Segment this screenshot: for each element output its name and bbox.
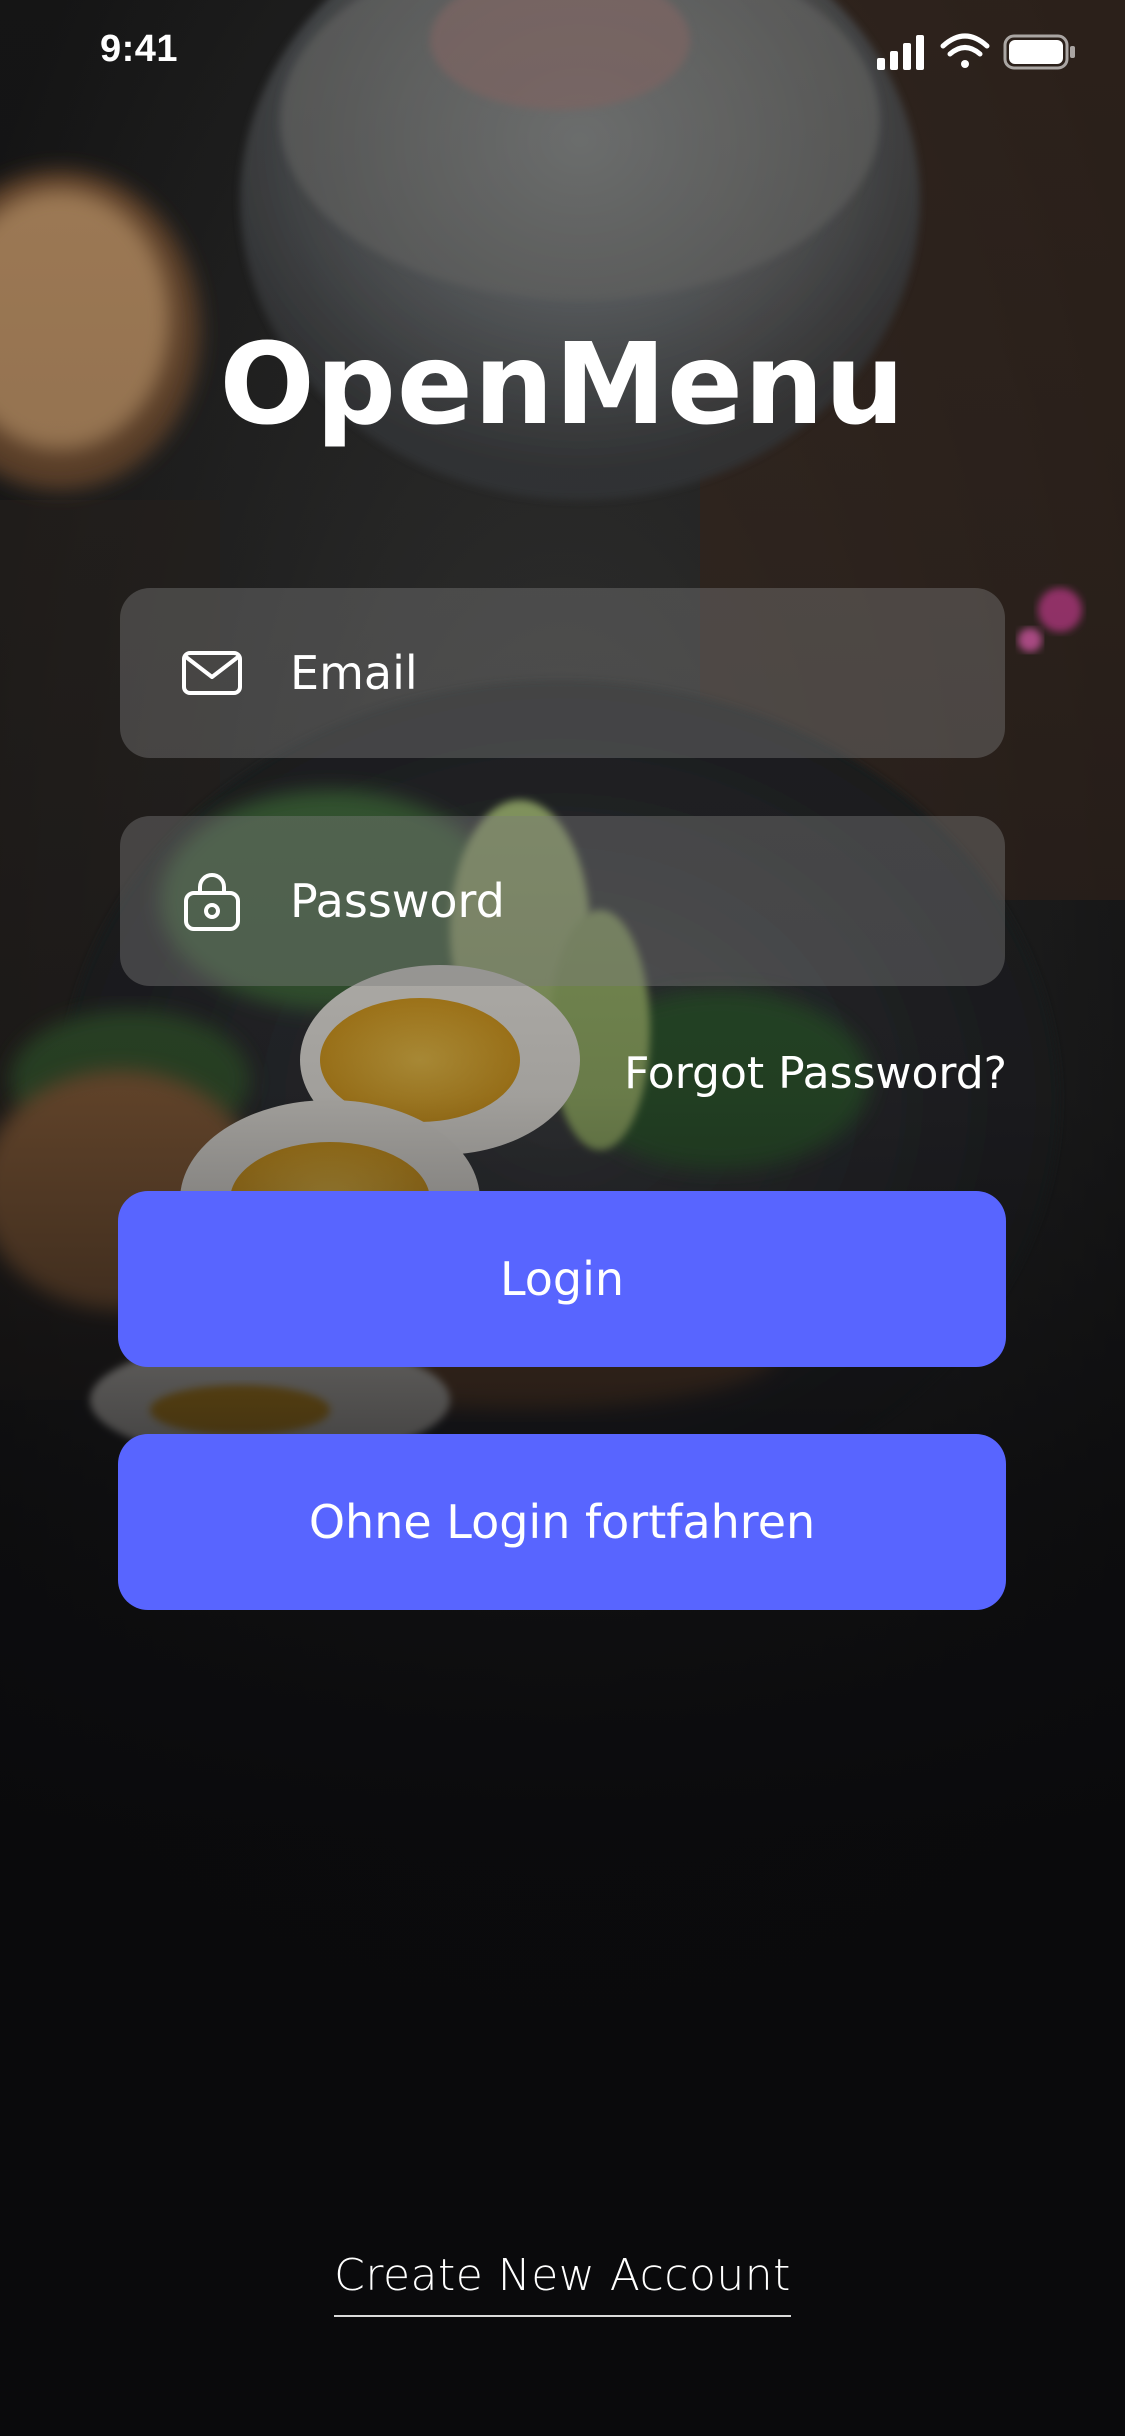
envelope-icon <box>182 651 242 695</box>
continue-without-login-button[interactable]: Ohne Login fortfahren <box>118 1434 1006 1610</box>
forgot-password-link[interactable]: Forgot Password? <box>624 1048 1007 1099</box>
wifi-icon <box>940 33 990 68</box>
battery-icon <box>1003 34 1075 70</box>
login-screen: 9:41 OpenMenu Email Forgot Password? Log… <box>0 0 1125 2436</box>
create-account-link[interactable]: Create New Account <box>334 2250 791 2317</box>
create-account-container: Create New Account <box>0 2250 1125 2317</box>
status-icons <box>877 33 1075 70</box>
status-bar: 9:41 <box>0 0 1125 110</box>
password-field[interactable] <box>120 816 1005 986</box>
email-field[interactable] <box>120 588 1005 758</box>
status-time: 9:41 <box>100 28 179 70</box>
email-input[interactable] <box>290 588 970 758</box>
password-input[interactable] <box>290 816 970 986</box>
cellular-signal-icon <box>877 35 924 70</box>
lock-icon <box>184 873 240 931</box>
app-title: OpenMenu <box>219 320 906 450</box>
login-button[interactable]: Login <box>118 1191 1006 1367</box>
